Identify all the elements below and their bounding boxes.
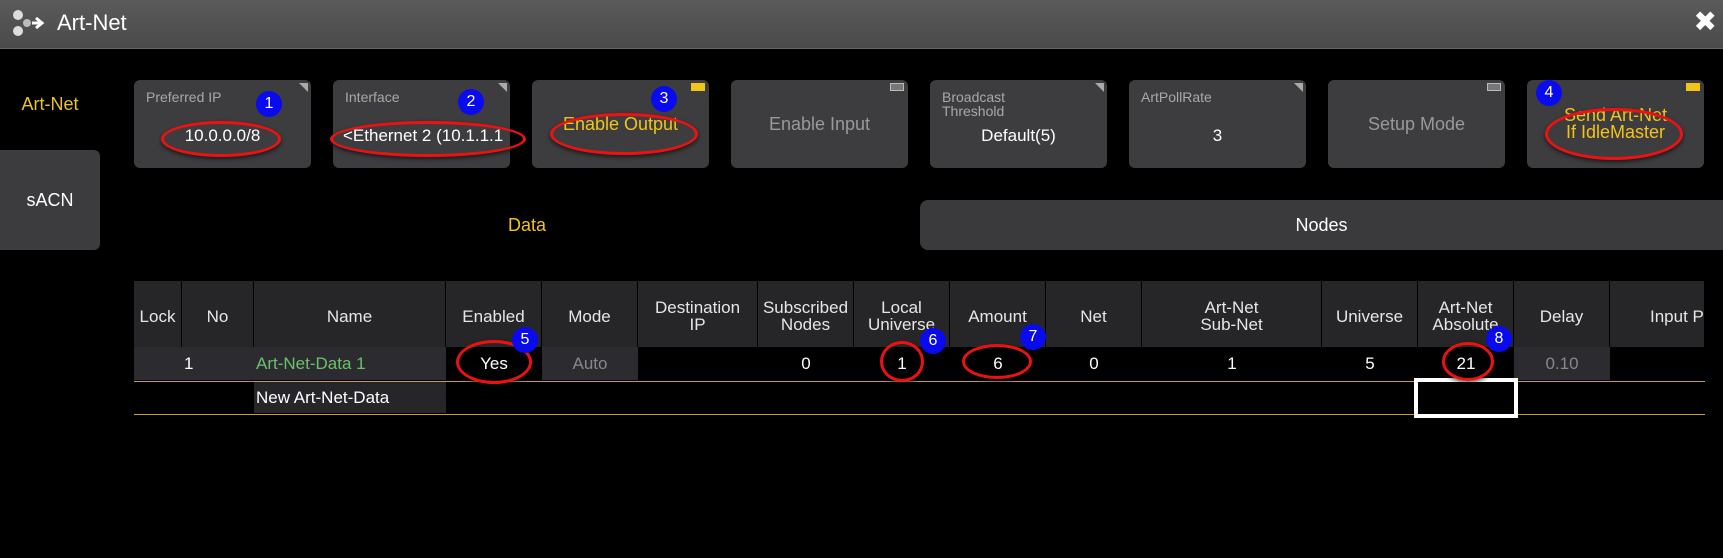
annotation-badge-3: 3 bbox=[651, 86, 677, 112]
cell-sub-net[interactable]: 1 bbox=[1142, 347, 1322, 380]
header-name[interactable]: Name bbox=[254, 281, 446, 347]
sidebar-item-artnet[interactable]: Art-Net bbox=[0, 70, 100, 138]
tab-nodes[interactable]: Nodes bbox=[920, 200, 1723, 250]
toggle-on-indicator-icon bbox=[691, 83, 705, 91]
header-subscribed-nodes-line2: Nodes bbox=[780, 315, 831, 334]
header-subscribed-nodes-line1: Subscribed bbox=[762, 298, 849, 317]
artpollrate-label: ArtPollRate bbox=[1141, 89, 1212, 105]
header-destination-ip-line1: Destination bbox=[654, 298, 741, 317]
header-destination-ip[interactable]: Destination IP bbox=[638, 281, 758, 347]
header-lock[interactable]: Lock bbox=[134, 281, 182, 347]
edit-corner-icon bbox=[498, 83, 507, 92]
broadcast-threshold-label: Broadcast Threshold bbox=[942, 89, 1006, 119]
cell-destination-ip[interactable] bbox=[638, 347, 758, 380]
artpollrate-button[interactable]: ArtPollRate 3 bbox=[1129, 80, 1306, 168]
cell-delay[interactable]: 0.10 bbox=[1514, 347, 1610, 380]
preferred-ip-value: 10.0.0.0/8 bbox=[184, 126, 261, 145]
annotation-badge-2: 2 bbox=[458, 89, 484, 115]
cell-name[interactable]: Art-Net-Data 1 bbox=[254, 347, 446, 380]
enable-output-label: Enable Output bbox=[562, 113, 679, 134]
annotation-badge-7: 7 bbox=[1020, 324, 1046, 350]
enable-input-button[interactable]: Enable Input bbox=[731, 80, 908, 168]
cell-universe[interactable]: 5 bbox=[1322, 347, 1418, 380]
close-icon[interactable]: ✖ bbox=[1694, 8, 1717, 36]
cell-subscribed-nodes[interactable]: 0 bbox=[758, 347, 854, 380]
toggle-off-indicator-icon bbox=[1487, 83, 1501, 91]
header-sub-net-line1: Art-Net bbox=[1204, 298, 1259, 317]
header-local-universe-line1: Local bbox=[881, 298, 922, 317]
interface-button[interactable]: Interface <Ethernet 2 (10.1.1.1 bbox=[333, 80, 510, 168]
window-title: Art-Net bbox=[57, 10, 127, 35]
cell-lock[interactable] bbox=[134, 347, 182, 380]
header-no[interactable]: No bbox=[182, 281, 254, 347]
interface-value: <Ethernet 2 (10.1.1.1 bbox=[343, 126, 504, 145]
title-bar: Art-Net ✖ bbox=[0, 0, 1723, 49]
annotation-badge-4: 4 bbox=[1536, 80, 1562, 106]
header-artnet-absolute-line1: Art-Net bbox=[1438, 298, 1493, 317]
annotation-badge-6: 6 bbox=[920, 328, 946, 354]
interface-label: Interface bbox=[345, 89, 400, 105]
header-universe[interactable]: Universe bbox=[1322, 281, 1418, 347]
artpollrate-value: 3 bbox=[1212, 126, 1223, 145]
new-row[interactable]: New Art-Net-Data bbox=[134, 378, 1705, 418]
send-artnet-label-line2: If IdleMaster bbox=[1565, 122, 1666, 142]
cell-selection-cursor bbox=[1414, 378, 1518, 418]
preferred-ip-label: Preferred IP bbox=[146, 89, 222, 105]
table-row[interactable]: 1 Art-Net-Data 1 Yes Auto 0 1 6 0 1 5 21… bbox=[134, 347, 1705, 382]
header-net[interactable]: Net bbox=[1046, 281, 1142, 347]
cell-mode[interactable]: Auto bbox=[542, 347, 638, 380]
annotation-badge-5: 5 bbox=[512, 327, 538, 353]
cell-amount[interactable]: 6 bbox=[950, 347, 1046, 380]
header-subscribed-nodes[interactable]: Subscribed Nodes bbox=[758, 281, 854, 347]
cell-input-p[interactable] bbox=[1610, 347, 1705, 380]
header-delay[interactable]: Delay bbox=[1514, 281, 1610, 347]
broadcast-threshold-button[interactable]: Broadcast Threshold Default(5) bbox=[930, 80, 1107, 168]
setup-mode-label: Setup Mode bbox=[1367, 113, 1466, 134]
annotation-badge-8: 8 bbox=[1486, 326, 1512, 352]
header-sub-net[interactable]: Art-Net Sub-Net bbox=[1142, 281, 1322, 347]
cell-no[interactable]: 1 bbox=[182, 347, 254, 380]
header-input-p[interactable]: Input P bbox=[1610, 281, 1705, 347]
header-sub-net-line2: Sub-Net bbox=[1200, 315, 1263, 334]
tab-data[interactable]: Data bbox=[134, 200, 920, 250]
enable-output-button[interactable]: Enable Output bbox=[532, 80, 709, 168]
edit-corner-icon bbox=[299, 83, 308, 92]
header-destination-ip-line2: IP bbox=[689, 315, 706, 334]
setup-mode-button[interactable]: Setup Mode bbox=[1328, 80, 1505, 168]
cell-net[interactable]: 0 bbox=[1046, 347, 1142, 380]
broadcast-threshold-value: Default(5) bbox=[981, 126, 1056, 145]
toggle-off-indicator-icon bbox=[890, 83, 904, 91]
header-mode[interactable]: Mode bbox=[542, 281, 638, 347]
toggle-on-indicator-icon bbox=[1686, 83, 1700, 91]
new-art-net-data-cell[interactable]: New Art-Net-Data bbox=[254, 382, 446, 413]
preferred-ip-button[interactable]: Preferred IP 10.0.0.0/8 bbox=[134, 80, 311, 168]
annotation-badge-1: 1 bbox=[256, 91, 282, 117]
sidebar-item-sacn[interactable]: sACN bbox=[0, 150, 100, 250]
enable-input-label: Enable Input bbox=[768, 113, 871, 134]
art-net-app-icon bbox=[13, 10, 45, 36]
edit-corner-icon bbox=[1294, 83, 1303, 92]
edit-corner-icon bbox=[1095, 83, 1104, 92]
